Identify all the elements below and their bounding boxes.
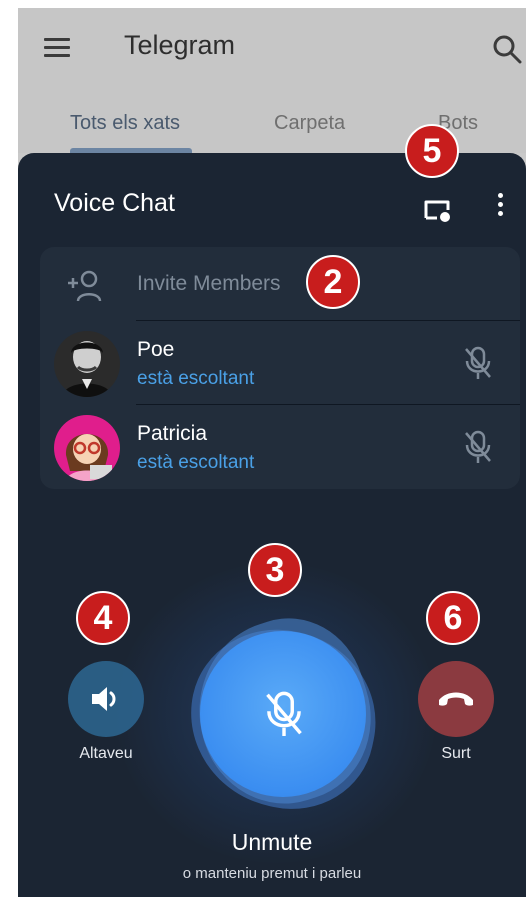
phone-hangup-icon	[439, 692, 473, 706]
callout-badge: 4	[76, 591, 130, 645]
app-title: Telegram	[124, 30, 236, 60]
participant-name: Patricia	[137, 422, 208, 445]
participant-name: Poe	[137, 338, 175, 361]
callout-badge: 5	[405, 124, 459, 178]
mic-off-icon	[465, 430, 491, 463]
leave-label: Surt	[441, 745, 471, 762]
voice-chat-sheet: Voice Chat Invite Members Poe està escol…	[18, 153, 526, 897]
participant-row[interactable]: Poe està escoltant	[40, 321, 520, 405]
menu-icon[interactable]	[44, 38, 70, 58]
callout-badge: 3	[248, 543, 302, 597]
callout-badge: 6	[426, 591, 480, 645]
phone-screen: Telegram Tots els xats Carpeta Bots Voic…	[18, 8, 526, 897]
mic-hint-label: o manteniu premut i parleu	[182, 865, 362, 882]
invite-members-row[interactable]: Invite Members	[40, 247, 520, 321]
mic-off-icon	[465, 346, 491, 379]
participant-status: està escoltant	[137, 452, 255, 473]
avatar	[54, 331, 120, 397]
avatar	[54, 415, 120, 481]
mic-off-icon	[266, 691, 302, 736]
leave-button[interactable]	[418, 661, 494, 737]
mic-state-label: Unmute	[231, 829, 313, 855]
callout-badge: 2	[306, 255, 360, 309]
screen-share-icon[interactable]	[422, 198, 452, 224]
voice-chat-title: Voice Chat	[54, 189, 175, 217]
more-vertical-icon[interactable]	[494, 193, 506, 227]
tab-all-chats[interactable]: Tots els xats	[70, 112, 180, 135]
invite-members-label: Invite Members	[137, 272, 281, 295]
participant-status: està escoltant	[137, 368, 255, 389]
search-icon[interactable]	[492, 34, 522, 64]
participants-panel: Invite Members Poe està escoltant Patric…	[40, 247, 520, 489]
mute-toggle-button[interactable]	[200, 631, 366, 797]
participant-row[interactable]: Patricia està escoltant	[40, 405, 520, 489]
tab-folder[interactable]: Carpeta	[274, 112, 345, 135]
add-user-icon	[68, 270, 102, 302]
